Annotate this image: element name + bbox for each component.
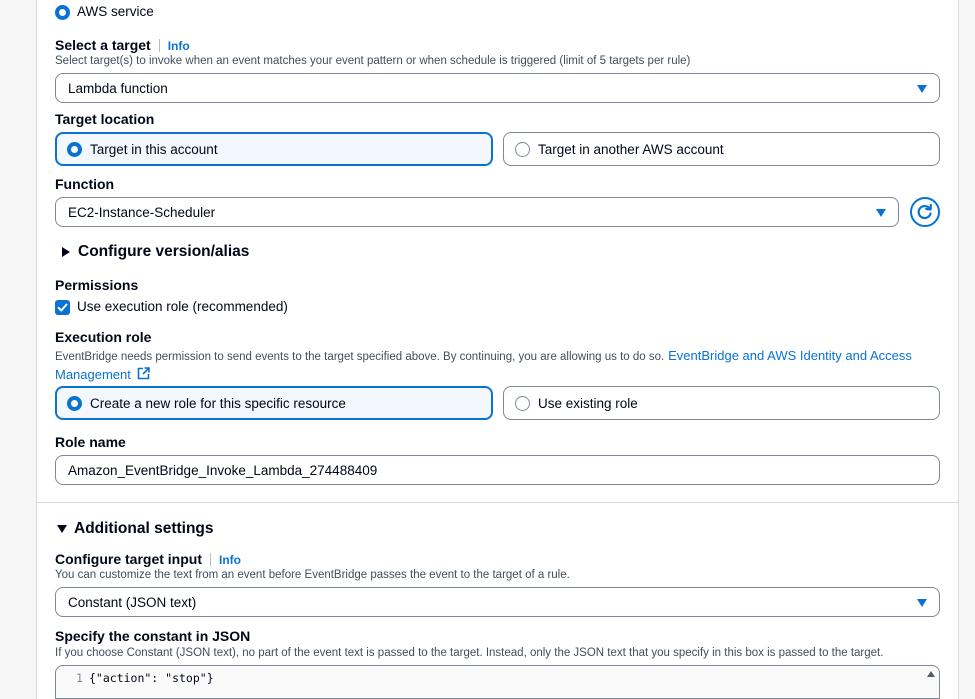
info-separator xyxy=(158,39,160,52)
create-new-role-label: Create a new role for this specific reso… xyxy=(90,396,346,411)
execution-role-checkbox[interactable] xyxy=(55,300,70,315)
info-separator xyxy=(210,553,211,566)
constant-json-label: Specify the constant in JSON xyxy=(55,628,251,644)
target-input-label: Configure target input xyxy=(55,551,202,567)
iam-doc-link-management[interactable]: Management xyxy=(55,367,131,382)
target-another-account-radio[interactable] xyxy=(515,142,530,157)
execution-role-label: Execution role xyxy=(55,329,152,345)
use-existing-role-label: Use existing role xyxy=(538,396,638,411)
aws-service-radio[interactable] xyxy=(55,5,70,20)
target-this-account-tile[interactable]: Target in this account xyxy=(55,132,493,166)
permissions-label: Permissions xyxy=(55,277,139,293)
target-input-header: Configure target input Info xyxy=(55,551,241,567)
refresh-icon xyxy=(917,203,932,220)
caret-down-icon xyxy=(57,525,67,533)
select-target-header: Select a target Info xyxy=(55,37,190,53)
chevron-down-icon xyxy=(876,209,886,217)
checkmark-icon xyxy=(57,303,68,312)
execution-role-checkbox-label: Use execution role (recommended) xyxy=(77,299,288,314)
target-this-account-radio[interactable] xyxy=(67,142,82,157)
configure-version-expander[interactable]: Configure version/alias xyxy=(62,243,262,261)
target-another-account-tile[interactable]: Target in another AWS account xyxy=(503,132,940,166)
execution-role-description-line1: EventBridge needs permission to send eve… xyxy=(55,347,912,363)
target-this-account-label: Target in this account xyxy=(90,142,218,157)
configure-version-label: Configure version/alias xyxy=(78,243,250,260)
select-target-description: Select target(s) to invoke when an event… xyxy=(55,55,691,67)
function-label: Function xyxy=(55,176,115,192)
select-target-label: Select a target xyxy=(55,37,151,53)
target-input-info-link[interactable]: Info xyxy=(219,553,241,567)
create-new-role-tile[interactable]: Create a new role for this specific reso… xyxy=(55,386,493,420)
role-name-input[interactable]: Amazon_EventBridge_Invoke_Lambda_2744884… xyxy=(55,455,940,485)
chevron-down-icon xyxy=(917,599,927,607)
additional-settings-expander[interactable]: Additional settings xyxy=(57,520,257,538)
role-name-value: Amazon_EventBridge_Invoke_Lambda_2744884… xyxy=(68,463,378,478)
iam-doc-link-line2[interactable]: Management xyxy=(55,366,150,382)
create-new-role-radio[interactable] xyxy=(67,396,82,411)
code-line-content: {"action": "stop"} xyxy=(89,671,214,685)
role-name-label: Role name xyxy=(55,434,126,450)
function-select[interactable]: EC2-Instance-Scheduler xyxy=(55,197,899,227)
chevron-down-icon xyxy=(917,85,927,93)
external-link-icon xyxy=(137,367,150,380)
target-input-select[interactable]: Constant (JSON text) xyxy=(55,587,940,617)
target-another-account-label: Target in another AWS account xyxy=(538,142,724,157)
iam-doc-link[interactable]: EventBridge and AWS Identity and Access xyxy=(668,348,912,363)
code-line-number: 1 xyxy=(76,671,83,685)
aws-service-label: AWS service xyxy=(77,4,154,19)
additional-settings-label: Additional settings xyxy=(74,520,214,537)
refresh-functions-button[interactable] xyxy=(910,197,940,227)
target-input-value: Constant (JSON text) xyxy=(68,595,197,610)
target-input-description: You can customize the text from an event… xyxy=(55,569,570,581)
scroll-up-arrow-icon[interactable] xyxy=(927,671,935,677)
aws-service-option[interactable]: AWS service xyxy=(55,4,195,22)
select-target-info-link[interactable]: Info xyxy=(168,39,190,53)
target-type-select[interactable]: Lambda function xyxy=(55,73,940,103)
execution-role-description: EventBridge needs permission to send eve… xyxy=(55,351,665,363)
function-value: EC2-Instance-Scheduler xyxy=(68,205,216,220)
execution-role-checkbox-row[interactable]: Use execution role (recommended) xyxy=(55,299,295,316)
section-divider xyxy=(37,502,958,503)
json-code-editor[interactable]: 1 {"action": "stop"} xyxy=(55,665,940,699)
target-type-value: Lambda function xyxy=(68,81,168,96)
constant-json-description: If you choose Constant (JSON text), no p… xyxy=(55,647,884,659)
caret-right-icon xyxy=(62,247,70,257)
use-existing-role-radio[interactable] xyxy=(515,396,530,411)
use-existing-role-tile[interactable]: Use existing role xyxy=(503,386,940,420)
target-location-label: Target location xyxy=(55,111,155,127)
